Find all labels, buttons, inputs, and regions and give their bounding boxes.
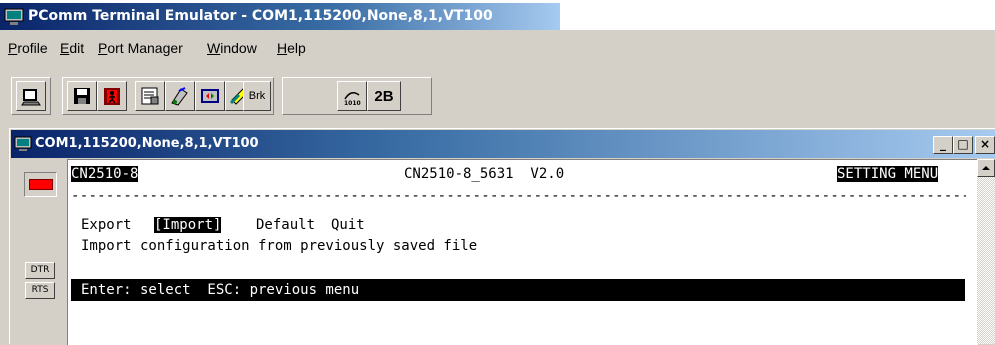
terminal-status-bar: Enter: select ESC: previous menu	[71, 279, 965, 301]
scroll-up-button[interactable]	[977, 159, 995, 177]
rts-button[interactable]: RTS	[25, 282, 55, 299]
close-icon: ×	[979, 137, 991, 151]
menu-option-quit[interactable]: Quit	[331, 217, 365, 233]
terminal-window: COM1,115200,None,8,1,VT100 _ □ × DTR RTS…	[9, 128, 995, 345]
minimize-button[interactable]: _	[933, 136, 953, 154]
2b-button[interactable]: 2B	[367, 81, 401, 111]
terminal-window-icon	[14, 136, 32, 151]
open-profile-button[interactable]	[16, 81, 46, 111]
properties-icon	[141, 87, 159, 105]
connect-button[interactable]: 1010	[337, 81, 367, 111]
menu-profile[interactable]: Profile	[8, 40, 48, 56]
terminal-divider: ----------------------------------------…	[71, 188, 966, 204]
connect-icon: 1010	[344, 92, 361, 107]
transfer-button[interactable]	[165, 81, 195, 111]
capture-button[interactable]	[195, 81, 225, 111]
pcomm-app-icon	[4, 8, 24, 25]
open-profile-icon	[21, 89, 41, 106]
break-button[interactable]: Brk	[243, 81, 271, 111]
arrow-up-icon	[982, 166, 990, 170]
capture-icon	[201, 89, 219, 103]
menu-edit[interactable]: Edit	[60, 40, 84, 56]
rts-label: RTS	[31, 285, 49, 295]
dtr-button[interactable]: DTR	[25, 262, 55, 279]
restore-button[interactable]: □	[953, 136, 973, 154]
terminal-mode: SETTING MENU	[837, 166, 939, 182]
menu-help[interactable]: Help	[277, 40, 306, 56]
exit-icon	[104, 88, 120, 105]
vertical-scrollbar[interactable]	[977, 159, 995, 344]
close-button[interactable]: ×	[975, 136, 995, 154]
exit-button[interactable]	[97, 81, 127, 111]
properties-button[interactable]	[135, 81, 165, 111]
brk-label: Brk	[248, 90, 266, 102]
terminal-window-title: COM1,115200,None,8,1,VT100	[35, 136, 259, 151]
toolbar-group-2: Brk	[62, 77, 274, 115]
menu-option-export[interactable]: Export	[81, 217, 132, 233]
save-icon	[74, 88, 90, 104]
terminal-screen[interactable]: CN2510-8 CN2510-8_5631 V2.0 SETTING MENU…	[67, 159, 978, 345]
status-led	[24, 172, 57, 197]
toolbar: Brk 1010 2B	[0, 66, 995, 122]
menu-option-default[interactable]: Default	[256, 217, 315, 233]
signal-panel: DTR RTS	[11, 159, 67, 344]
menu-window[interactable]: Window	[207, 40, 257, 56]
led-red-indicator	[29, 179, 53, 190]
toolbar-group-1	[11, 77, 51, 115]
svg-text:1010: 1010	[344, 100, 361, 107]
app-title: PComm Terminal Emulator - COM1,115200,No…	[28, 8, 493, 24]
2b-label: 2B	[374, 87, 394, 105]
terminal-device-name: CN2510-8	[71, 166, 139, 182]
minimize-icon: _	[940, 137, 946, 151]
dtr-label: DTR	[30, 265, 50, 275]
restore-icon: □	[957, 137, 969, 151]
terminal-window-titlebar[interactable]: COM1,115200,None,8,1,VT100 _ □ ×	[11, 130, 995, 158]
transfer-icon	[171, 87, 188, 106]
menu-option-import[interactable]: [Import]	[154, 217, 222, 233]
menu-description: Import configuration from previously sav…	[81, 238, 478, 254]
menu-port-manager[interactable]: Port Manager	[98, 40, 183, 56]
toolbar-group-3: 1010 2B	[282, 77, 432, 115]
save-button[interactable]	[67, 81, 97, 111]
menu-bar: Profile Edit Port Manager Window Help	[0, 33, 995, 63]
terminal-model-version: CN2510-8_5631 V2.0	[404, 166, 565, 182]
app-titlebar: PComm Terminal Emulator - COM1,115200,No…	[0, 0, 995, 30]
